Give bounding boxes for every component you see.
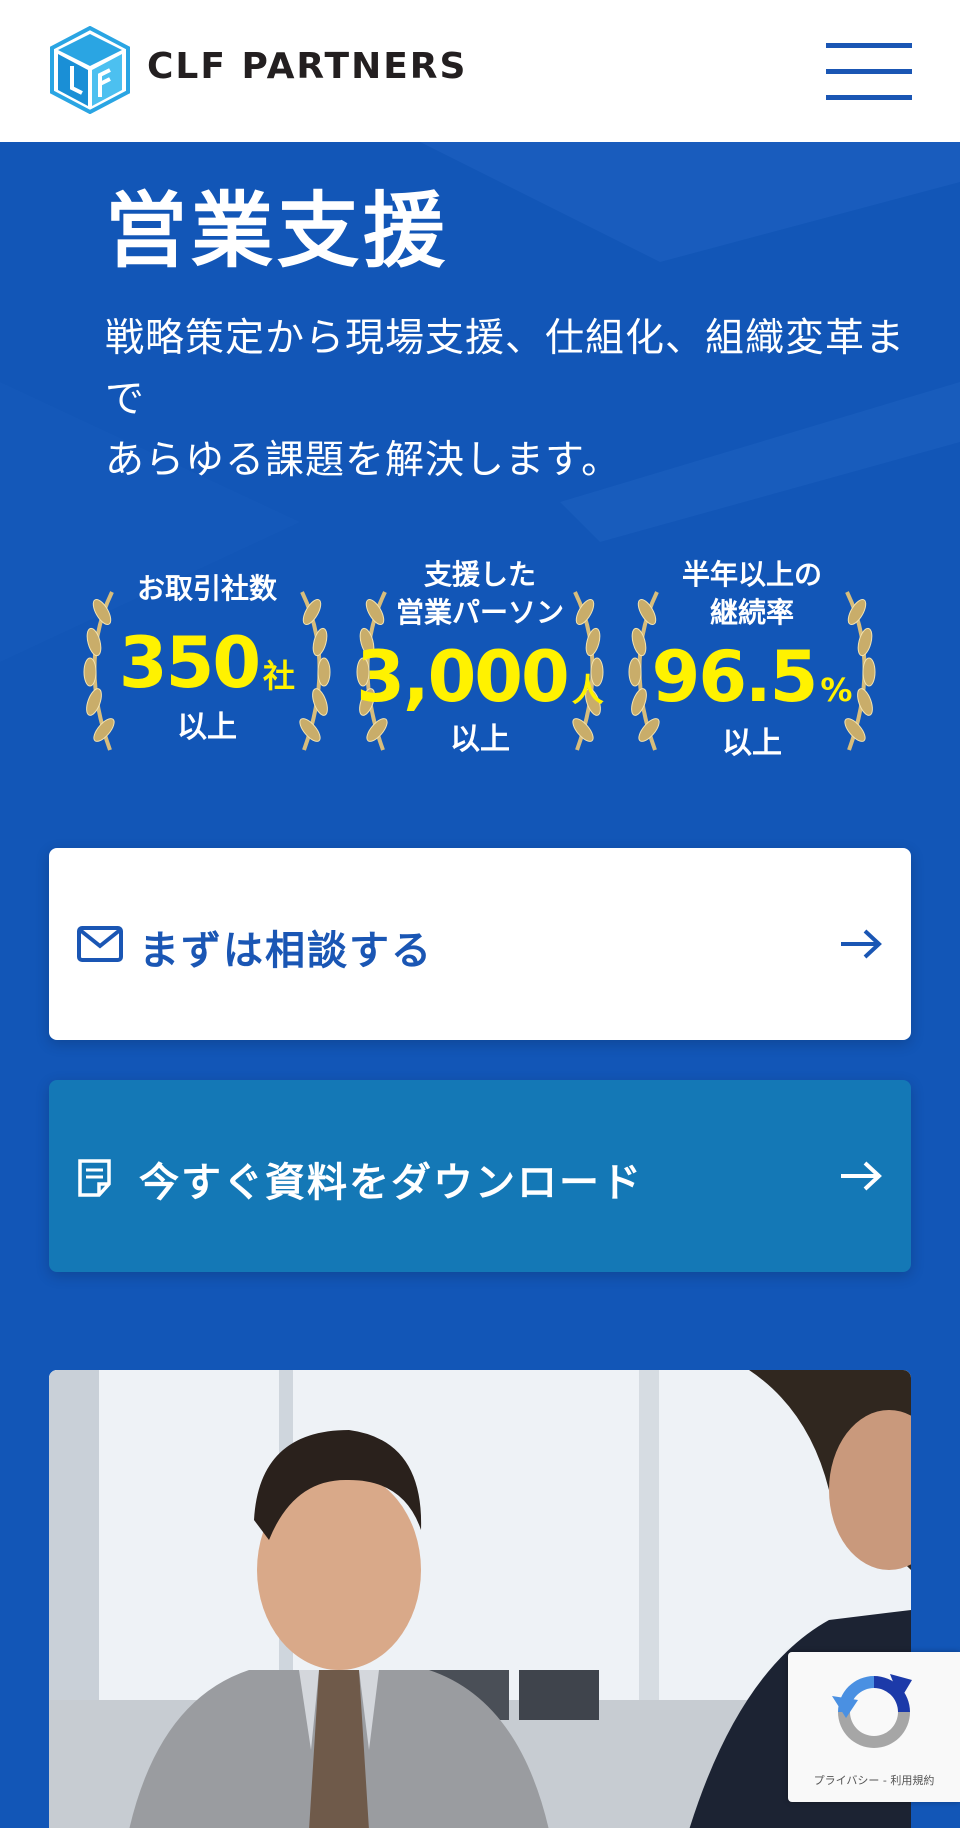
stat-number: 96.5	[651, 636, 819, 718]
stat-caption: 支援した	[423, 558, 536, 591]
arrow-right-icon	[841, 929, 882, 959]
lead-line: 戦略策定から現場支援、仕組化、組織変革ま	[105, 316, 906, 361]
stat-salespeople: 支援した 営業パーソン 3,000 人 以上	[345, 558, 615, 762]
stat-value: 350 社	[72, 622, 342, 704]
consult-button-label: まずは相談する	[139, 928, 433, 974]
download-button-label: 今すぐ資料をダウンロード	[139, 1160, 643, 1206]
stat-caption: 継続率	[709, 596, 794, 629]
stat-value: 96.5%	[617, 636, 887, 718]
download-button[interactable]: 今すぐ資料をダウンロード	[49, 1080, 911, 1272]
stat-caption: お取引社数	[136, 572, 277, 605]
stat-suffix: 以上	[450, 722, 510, 757]
stat-unit: 人	[571, 671, 604, 709]
cube-logo-icon[interactable]	[50, 26, 130, 114]
document-icon	[78, 1159, 111, 1197]
recaptcha-icon	[832, 1674, 912, 1748]
hero-section: 営業支援 戦略策定から現場支援、仕組化、組織変革ま で あらゆる課題を解決します…	[0, 142, 960, 1828]
lead-line: で	[105, 377, 146, 422]
stat-unit: 社	[263, 657, 296, 695]
consult-button[interactable]: まずは相談する	[49, 848, 911, 1040]
stat-caption: 半年以上の	[681, 558, 822, 591]
hamburger-menu-icon[interactable]	[826, 40, 912, 106]
page-title: 営業支援	[105, 184, 450, 279]
stat-value: 3,000 人	[345, 636, 615, 718]
lead-line: あらゆる課題を解決します。	[105, 438, 622, 483]
mail-icon	[77, 926, 123, 962]
stat-retention: 半年以上の 継続率 96.5% 以上	[617, 558, 887, 762]
consultation-photo	[49, 1370, 911, 1828]
stat-clients: お取引社数 350 社 以上	[72, 562, 342, 762]
stat-caption: 営業パーソン	[395, 596, 564, 629]
photo-illustration	[49, 1370, 911, 1828]
brand-name[interactable]: CLF PARTNERS	[147, 46, 467, 87]
arrow-right-icon	[841, 1161, 882, 1191]
stat-number: 3,000	[356, 636, 569, 718]
stat-suffix: 以上	[722, 726, 782, 761]
site-header: CLF PARTNERS	[0, 0, 960, 142]
stat-number: 350	[118, 622, 261, 704]
stat-unit: %	[820, 671, 853, 709]
stat-suffix: 以上	[177, 710, 237, 745]
recaptcha-badge[interactable]: プライバシー - 利用規約	[788, 1652, 960, 1802]
recaptcha-links[interactable]: プライバシー - 利用規約	[788, 1772, 960, 1788]
hero-lead: 戦略策定から現場支援、仕組化、組織変革ま で あらゆる課題を解決します。	[105, 308, 925, 491]
